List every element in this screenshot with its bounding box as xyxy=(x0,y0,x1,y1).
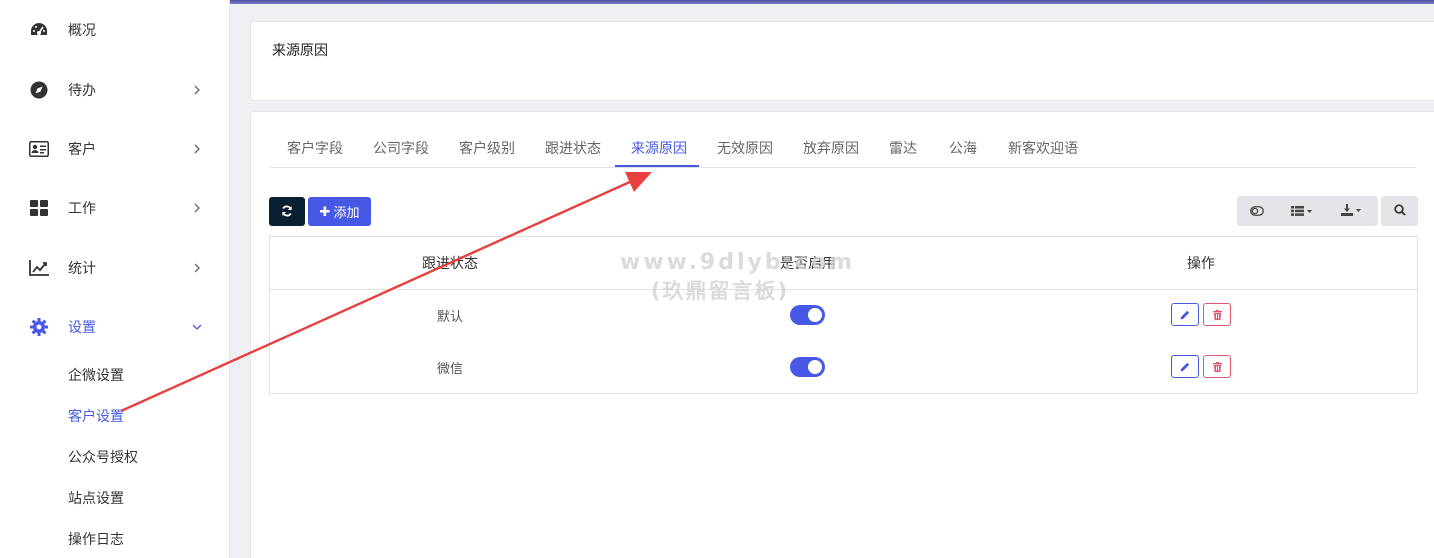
tab-customer-level[interactable]: 客户级别 xyxy=(459,138,515,158)
sidebar-item-customers[interactable]: 客户 xyxy=(0,129,230,169)
chevron-right-icon xyxy=(190,201,204,215)
pencil-icon xyxy=(1180,307,1190,323)
tab-customer-fields[interactable]: 客户字段 xyxy=(287,138,343,158)
chevron-right-icon xyxy=(190,261,204,275)
id-card-icon xyxy=(28,138,50,160)
page-title-card: 来源原因 xyxy=(250,21,1434,101)
sidebar-item-todo[interactable]: 待办 xyxy=(0,70,230,110)
export-dropdown-button[interactable] xyxy=(1329,196,1375,226)
add-button[interactable]: ✚ 添加 xyxy=(308,197,371,226)
grid-icon xyxy=(28,197,50,219)
tab-follow-up-status[interactable]: 跟进状态 xyxy=(545,138,601,158)
download-icon xyxy=(1341,203,1363,219)
enabled-toggle[interactable] xyxy=(790,357,825,377)
chart-line-icon xyxy=(28,257,50,279)
plus-icon: ✚ xyxy=(319,203,331,219)
search-icon xyxy=(1393,203,1406,219)
row-name: 默认 xyxy=(436,309,464,324)
toggle-view-button[interactable] xyxy=(1237,196,1277,226)
sidebar-subitem-customer-settings[interactable]: 客户设置 xyxy=(68,406,124,426)
chevron-right-icon xyxy=(190,142,204,156)
sidebar-item-work[interactable]: 工作 xyxy=(0,188,230,228)
toggle-icon xyxy=(1250,203,1264,219)
sidebar-item-label: 工作 xyxy=(68,200,96,216)
top-accent-bar xyxy=(230,0,1434,4)
tab-company-fields[interactable]: 公司字段 xyxy=(373,138,429,158)
add-button-label: 添加 xyxy=(333,205,360,220)
column-header-enabled: 是否启用 xyxy=(780,255,836,271)
sidebar-subitem-site-settings[interactable]: 站点设置 xyxy=(68,488,124,508)
tab-radar[interactable]: 雷达 xyxy=(889,138,917,158)
refresh-button[interactable] xyxy=(269,197,305,226)
sidebar-item-label: 设置 xyxy=(68,319,96,335)
trash-icon xyxy=(1212,359,1222,375)
sidebar-item-label: 客户 xyxy=(68,141,96,157)
sidebar-item-statistics[interactable]: 统计 xyxy=(0,248,230,288)
toggle-knob xyxy=(808,308,822,322)
page-title: 来源原因 xyxy=(272,42,328,58)
column-header-status: 跟进状态 xyxy=(422,255,478,271)
sidebar-item-label: 待办 xyxy=(68,82,96,98)
tab-bar: 客户字段 公司字段 客户级别 跟进状态 来源原因 无效原因 放弃原因 雷达 公海… xyxy=(270,124,1416,168)
list-icon xyxy=(1291,203,1313,219)
tab-source-reason[interactable]: 来源原因 xyxy=(631,138,687,158)
delete-button[interactable] xyxy=(1203,303,1231,326)
tab-public-pool[interactable]: 公海 xyxy=(949,138,977,158)
sidebar-subitem-wecom-settings[interactable]: 企微设置 xyxy=(68,365,124,385)
sidebar-item-label: 统计 xyxy=(68,260,96,276)
tab-welcome-message[interactable]: 新客欢迎语 xyxy=(1008,138,1078,158)
enabled-toggle[interactable] xyxy=(790,305,825,325)
columns-dropdown-button[interactable] xyxy=(1279,196,1325,226)
chevron-down-icon xyxy=(190,320,204,334)
toggle-knob xyxy=(808,360,822,374)
tab-invalid-reason[interactable]: 无效原因 xyxy=(717,138,773,158)
pencil-icon xyxy=(1180,359,1190,375)
sidebar-subitem-official-account-auth[interactable]: 公众号授权 xyxy=(68,447,138,467)
search-button[interactable] xyxy=(1381,196,1418,226)
table-header: 跟进状态 是否启用 操作 xyxy=(270,237,1417,290)
edit-button[interactable] xyxy=(1171,303,1199,326)
sidebar: 概况 待办 客户 工作 统计 设置 企微设置 客户设置 公众号授权 站点设置 操… xyxy=(0,0,230,558)
table-row: 微信 xyxy=(270,343,1417,395)
refresh-icon xyxy=(281,204,293,220)
tab-abandon-reason[interactable]: 放弃原因 xyxy=(803,138,859,158)
compass-icon xyxy=(28,79,50,101)
edit-button[interactable] xyxy=(1171,355,1199,378)
active-tab-indicator xyxy=(615,165,699,167)
dashboard-icon xyxy=(28,19,50,41)
gear-icon xyxy=(28,316,50,338)
sidebar-item-label: 概况 xyxy=(68,22,96,38)
trash-icon xyxy=(1212,307,1222,323)
data-table: 跟进状态 是否启用 操作 默认 微信 xyxy=(269,236,1418,394)
table-tools-group xyxy=(1237,196,1378,226)
sidebar-item-overview[interactable]: 概况 xyxy=(0,10,230,50)
chevron-right-icon xyxy=(190,83,204,97)
table-row: 默认 xyxy=(270,291,1417,343)
column-header-actions: 操作 xyxy=(1187,255,1215,271)
sidebar-subitem-operation-log[interactable]: 操作日志 xyxy=(68,529,124,549)
sidebar-item-settings[interactable]: 设置 xyxy=(0,307,230,347)
delete-button[interactable] xyxy=(1203,355,1231,378)
row-name: 微信 xyxy=(436,361,464,376)
